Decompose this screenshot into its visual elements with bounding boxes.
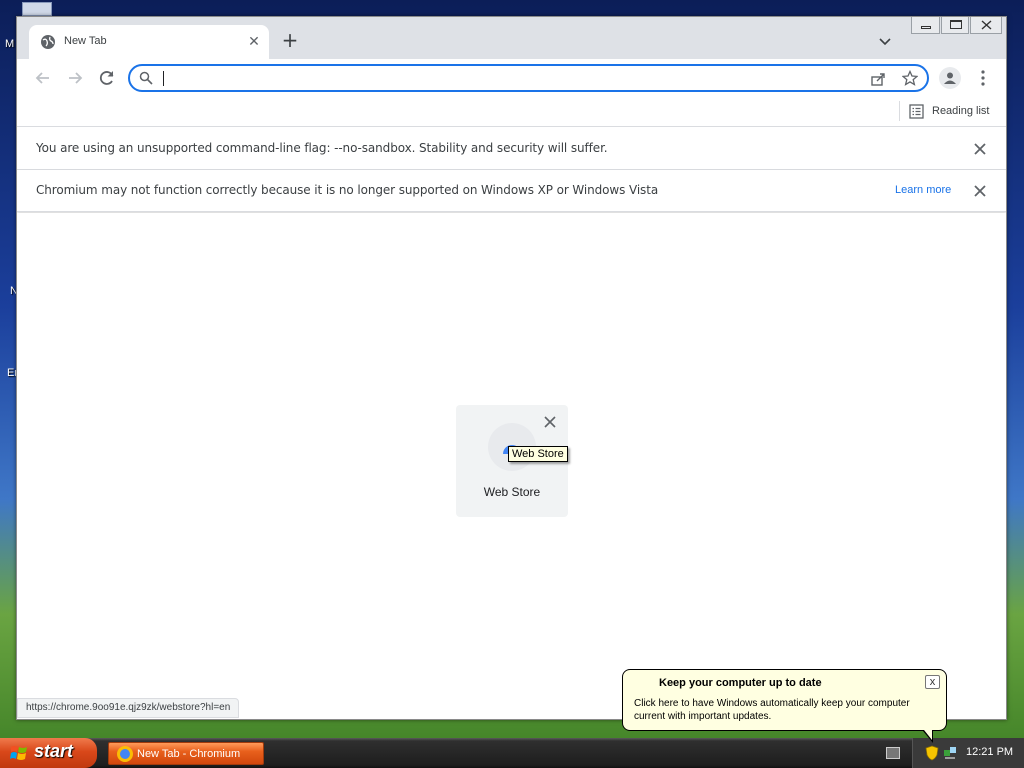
reading-list-icon (909, 103, 924, 119)
chromium-icon (117, 746, 133, 762)
close-icon[interactable] (972, 141, 988, 157)
start-button[interactable]: start (0, 738, 97, 768)
kebab-menu-icon[interactable] (975, 69, 991, 87)
keyboard-icon[interactable] (886, 747, 900, 759)
browser-toolbar (17, 59, 1006, 97)
update-notification-balloon[interactable]: Keep your computer up to date Click here… (622, 669, 947, 743)
security-shield-icon[interactable] (925, 745, 939, 761)
globe-icon (41, 35, 55, 49)
tab-title: New Tab (64, 35, 107, 47)
omnibox[interactable] (128, 64, 929, 92)
browser-window: New Tab ✕ + Reading list You are using a… (16, 16, 1007, 720)
start-label: start (34, 741, 74, 761)
tab-new-tab[interactable]: New Tab ✕ (29, 25, 269, 59)
new-tab-page: Web Store (17, 213, 1006, 719)
search-icon (139, 71, 153, 85)
new-tab-button[interactable]: + (279, 30, 301, 52)
clock: 12:21 PM (966, 746, 1014, 758)
divider (899, 101, 900, 121)
close-icon (981, 20, 992, 30)
tab-close-icon[interactable]: ✕ (245, 33, 263, 51)
balloon-tail-fill (924, 730, 932, 740)
learn-more-link[interactable]: Learn more (895, 184, 951, 196)
taskbar: start New Tab - Chromium 12:21 PM (0, 738, 1024, 768)
person-icon (944, 72, 956, 84)
bookmark-star-icon[interactable] (902, 70, 918, 86)
reading-list-label: Reading list (932, 105, 990, 117)
forward-arrow-icon[interactable] (65, 68, 85, 88)
taskbar-item-label: New Tab - Chromium (137, 748, 241, 760)
shortcut-title: Web Store (483, 485, 541, 499)
minimize-button[interactable] (911, 17, 940, 34)
tab-strip: New Tab ✕ + (17, 17, 1006, 59)
bookmarks-bar: Reading list (17, 97, 1006, 127)
desktop-icon[interactable] (22, 2, 52, 16)
close-icon[interactable] (972, 183, 988, 199)
close-icon[interactable] (542, 414, 558, 430)
reading-list-button[interactable]: Reading list (909, 101, 989, 121)
taskbar-item-chromium[interactable]: New Tab - Chromium (108, 742, 264, 765)
profile-avatar-button[interactable] (939, 67, 961, 89)
balloon-close-button[interactable]: x (925, 675, 940, 689)
infobar-message: You are using an unsupported command-lin… (36, 141, 608, 155)
desktop-icon-label-fragment[interactable]: M (5, 38, 14, 50)
share-icon[interactable] (870, 71, 886, 87)
balloon-title: Keep your computer up to date (659, 677, 822, 689)
network-icon[interactable] (943, 745, 957, 761)
infobar-message: Chromium may not function correctly beca… (36, 183, 659, 197)
address-input[interactable] (163, 69, 853, 87)
infobar-sandbox-warning: You are using an unsupported command-lin… (17, 128, 1006, 170)
infobar-unsupported-os: Chromium may not function correctly beca… (17, 170, 1006, 212)
status-bubble-url: https://chrome.9oo91e.qjz9zk/webstore?hl… (17, 698, 240, 718)
windows-logo-icon (10, 746, 27, 760)
tooltip: Web Store (508, 446, 568, 462)
text-cursor (163, 71, 164, 86)
close-window-button[interactable] (970, 17, 1002, 34)
balloon-body: Click here to have Windows automatically… (634, 698, 910, 722)
window-controls (911, 17, 1003, 35)
reload-icon[interactable] (97, 68, 117, 88)
back-arrow-icon[interactable] (33, 68, 53, 88)
chevron-down-icon[interactable] (877, 33, 893, 49)
restore-button[interactable] (940, 17, 970, 34)
